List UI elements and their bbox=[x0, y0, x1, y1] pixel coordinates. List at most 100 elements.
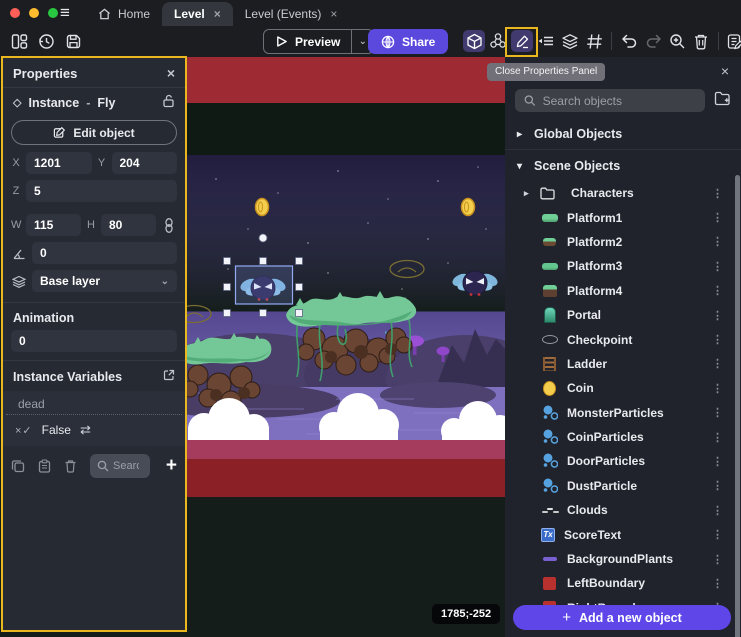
toggle-value-icon[interactable]: ⇄ bbox=[80, 422, 91, 438]
search-icon bbox=[524, 94, 536, 107]
toggle-3d-view-icon[interactable] bbox=[463, 30, 485, 52]
objects-search-box[interactable] bbox=[515, 89, 705, 112]
preview-button[interactable]: Preview bbox=[264, 35, 351, 49]
animation-section-title: Animation bbox=[13, 311, 74, 325]
tab-close-icon[interactable]: × bbox=[330, 7, 337, 21]
object-folder-characters[interactable]: ▸ Characters ⋮ bbox=[505, 181, 741, 205]
tab-level[interactable]: Level × bbox=[162, 2, 233, 26]
share-button[interactable]: Share bbox=[368, 29, 448, 54]
platform-sprite-icon bbox=[541, 210, 558, 226]
lock-ratio-icon[interactable] bbox=[161, 218, 177, 233]
object-item-ladder[interactable]: Ladder ⋮ bbox=[505, 352, 741, 376]
object-item-platform3[interactable]: Platform3 ⋮ bbox=[505, 254, 741, 278]
bottom-boundary-object[interactable] bbox=[186, 459, 505, 497]
preview-label: Preview bbox=[295, 35, 340, 49]
tab-home[interactable]: Home bbox=[86, 2, 162, 26]
scrollbar-thumb[interactable] bbox=[735, 175, 740, 637]
add-new-object-button[interactable]: + Add a new object bbox=[513, 605, 731, 630]
object-item-coinparticles[interactable]: CoinParticles ⋮ bbox=[505, 425, 741, 449]
x-input[interactable] bbox=[26, 152, 92, 174]
layer-select[interactable]: Base layer ⌄ bbox=[32, 270, 177, 292]
object-item-checkpoint[interactable]: Checkpoint ⋮ bbox=[505, 327, 741, 351]
animation-input[interactable] bbox=[11, 330, 177, 352]
object-item-leftboundary[interactable]: LeftBoundary ⋮ bbox=[505, 571, 741, 595]
instances-list-icon[interactable] bbox=[535, 30, 557, 52]
text-object-icon: Tx bbox=[541, 528, 555, 542]
globe-icon bbox=[381, 35, 395, 49]
object-item-coin[interactable]: Coin ⋮ bbox=[505, 376, 741, 400]
redo-icon[interactable] bbox=[642, 30, 664, 52]
delete-variable-icon[interactable] bbox=[64, 459, 77, 473]
object-item-label: Clouds bbox=[567, 503, 608, 517]
save-icon[interactable] bbox=[62, 30, 84, 52]
grid-icon[interactable] bbox=[583, 30, 605, 52]
tab-level-events[interactable]: Level (Events) × bbox=[233, 2, 350, 26]
history-icon[interactable] bbox=[35, 30, 57, 52]
object-item-backgroundplants[interactable]: BackgroundPlants ⋮ bbox=[505, 547, 741, 571]
object-item-platform2[interactable]: Platform2 ⋮ bbox=[505, 230, 741, 254]
close-icon[interactable]: × bbox=[721, 63, 729, 79]
object-item-clouds[interactable]: Clouds ⋮ bbox=[505, 498, 741, 522]
window-zoom-button[interactable] bbox=[48, 8, 58, 18]
zoom-in-icon[interactable] bbox=[666, 30, 688, 52]
variable-value: False bbox=[42, 423, 71, 437]
hamburger-menu-icon[interactable]: ≡ bbox=[60, 3, 70, 23]
tab-label: Level (Events) bbox=[245, 7, 322, 21]
variable-search-input[interactable] bbox=[113, 460, 139, 472]
height-input[interactable] bbox=[101, 214, 156, 236]
object-item-scoretext[interactable]: Tx ScoreText ⋮ bbox=[505, 522, 741, 546]
ladder-sprite-icon bbox=[541, 356, 558, 372]
object-item-label: Coin bbox=[567, 381, 594, 395]
object-item-platform4[interactable]: Platform4 ⋮ bbox=[505, 279, 741, 303]
tab-close-icon[interactable]: × bbox=[214, 7, 221, 21]
lock-open-icon[interactable] bbox=[162, 94, 175, 111]
undo-icon[interactable] bbox=[618, 30, 640, 52]
coin-object[interactable] bbox=[256, 199, 269, 216]
variable-search-box[interactable] bbox=[90, 454, 150, 478]
caret-right-icon: ▸ bbox=[517, 129, 525, 140]
scene-notes-icon[interactable] bbox=[725, 30, 741, 52]
object-item-label: Characters bbox=[571, 186, 634, 200]
object-item-doorparticles[interactable]: DoorParticles ⋮ bbox=[505, 449, 741, 473]
window-close-button[interactable] bbox=[10, 8, 20, 18]
toggle-properties-panel-icon[interactable] bbox=[511, 30, 533, 52]
rotate-handle[interactable] bbox=[259, 234, 267, 242]
layers-icon[interactable] bbox=[559, 30, 581, 52]
delete-icon[interactable] bbox=[690, 30, 712, 52]
copy-icon[interactable] bbox=[11, 459, 25, 473]
add-variable-button[interactable]: + bbox=[166, 457, 177, 475]
object-item-platform1[interactable]: Platform1 ⋮ bbox=[505, 205, 741, 229]
scene-render bbox=[186, 57, 505, 637]
toolbar-separator bbox=[611, 32, 612, 50]
object-item-monsterparticles[interactable]: MonsterParticles ⋮ bbox=[505, 401, 741, 425]
y-input[interactable] bbox=[112, 152, 178, 174]
particles-icon bbox=[541, 453, 558, 469]
object-item-label: BackgroundPlants bbox=[567, 552, 673, 566]
add-folder-icon[interactable] bbox=[714, 91, 731, 111]
boundary-sprite-icon bbox=[541, 575, 558, 591]
open-variables-editor-icon[interactable] bbox=[163, 369, 175, 384]
instance-variables-title: Instance Variables bbox=[13, 370, 122, 384]
window-minimize-button[interactable] bbox=[29, 8, 39, 18]
global-objects-section[interactable]: ▸ Global Objects bbox=[505, 118, 741, 149]
edit-object-button[interactable]: Edit object bbox=[11, 120, 177, 145]
coin-object[interactable] bbox=[462, 199, 475, 216]
open-projects-panel-icon[interactable] bbox=[8, 30, 30, 52]
layer-icon bbox=[11, 275, 27, 288]
objects-search-input[interactable] bbox=[543, 94, 696, 108]
home-icon bbox=[98, 8, 111, 20]
object-item-dustparticle[interactable]: DustParticle ⋮ bbox=[505, 474, 741, 498]
close-icon[interactable]: × bbox=[167, 65, 175, 81]
object-item-portal[interactable]: Portal ⋮ bbox=[505, 303, 741, 327]
scene-editor-canvas[interactable]: 1785;-252 bbox=[186, 57, 505, 637]
z-input[interactable] bbox=[26, 180, 177, 202]
object-groups-icon[interactable] bbox=[487, 30, 509, 52]
top-boundary-object[interactable] bbox=[186, 57, 505, 103]
bottom-boundary-object[interactable] bbox=[186, 440, 505, 459]
angle-input[interactable] bbox=[32, 242, 177, 264]
width-input[interactable] bbox=[26, 214, 81, 236]
variable-row[interactable]: dead ×✓ False ⇄ bbox=[3, 391, 185, 446]
edit-icon bbox=[53, 126, 66, 139]
paste-icon[interactable] bbox=[38, 459, 51, 473]
scene-objects-section[interactable]: ▾ Scene Objects bbox=[505, 149, 741, 181]
